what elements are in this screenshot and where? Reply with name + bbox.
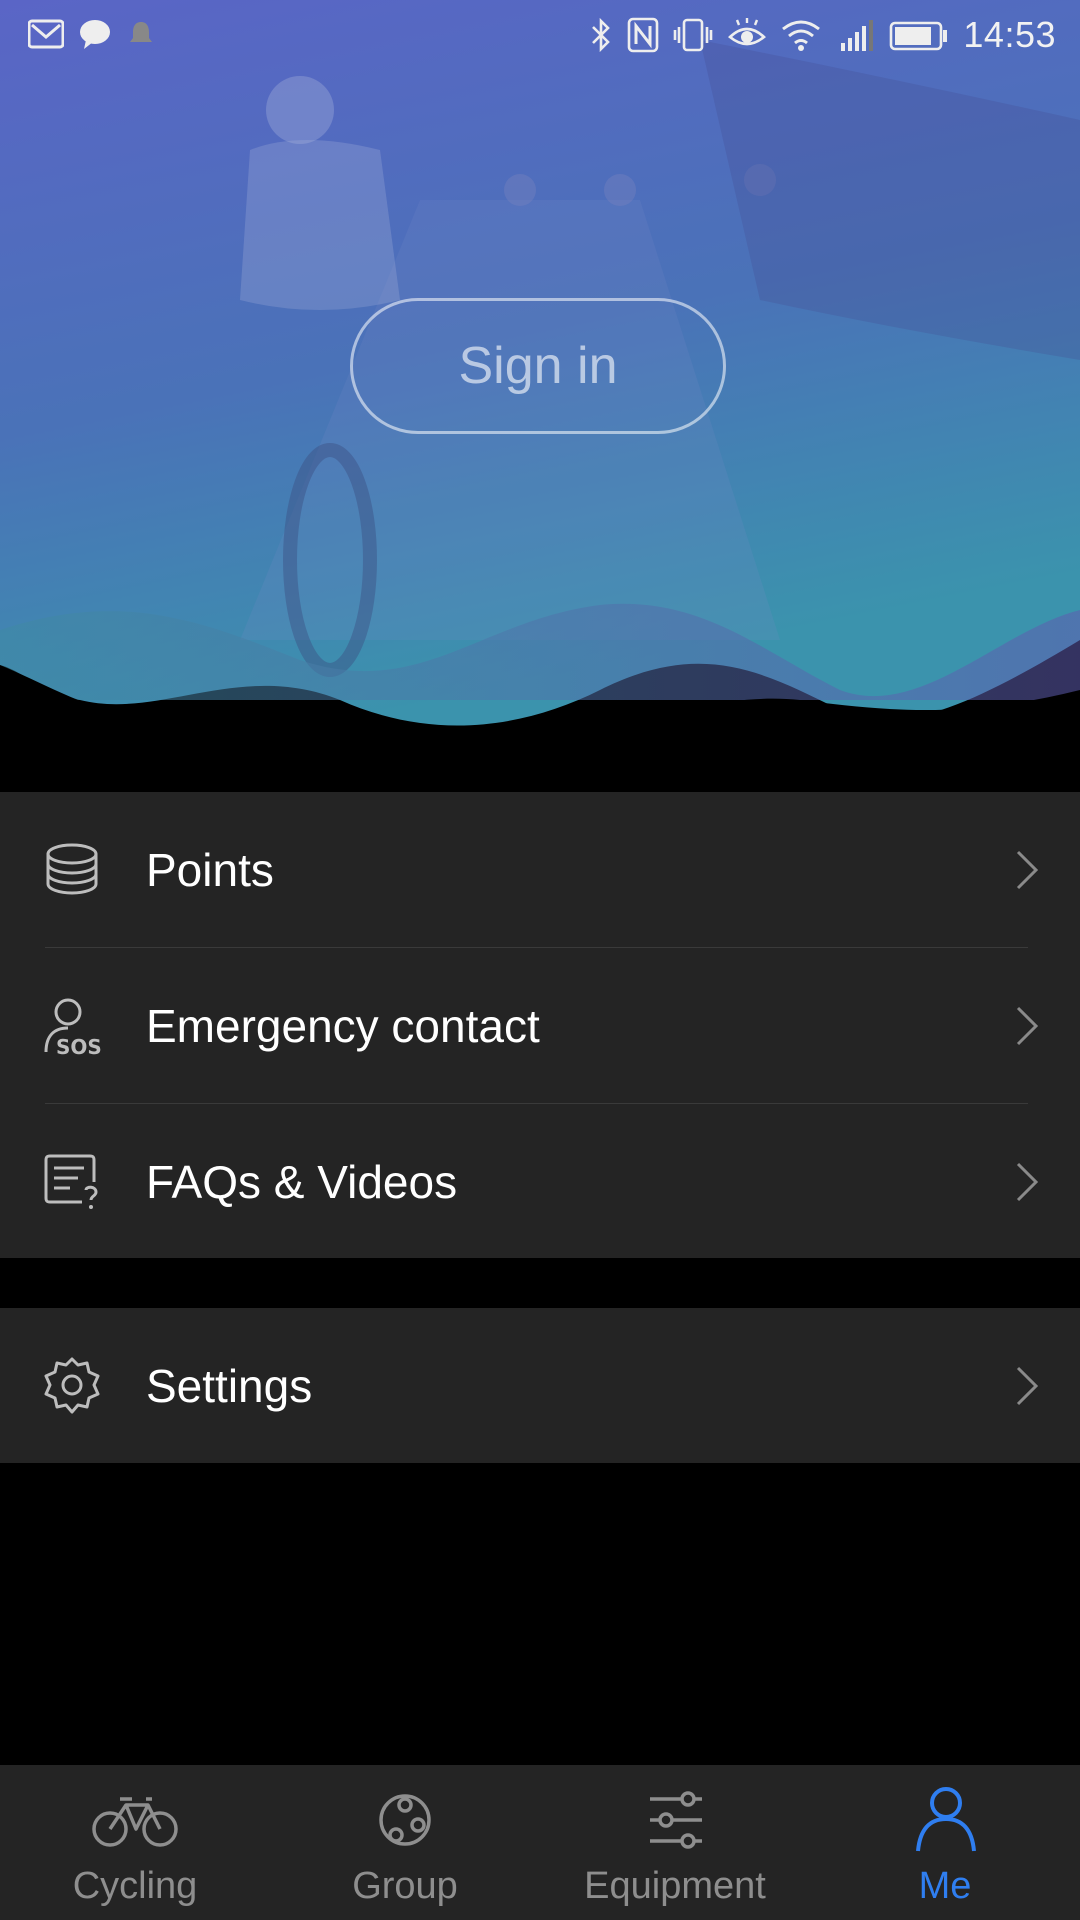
nav-label: Group [352,1865,458,1907]
chevron-right-icon [1016,1006,1039,1046]
menu-group-settings: Settings [0,1308,1080,1463]
menu-item-emergency-contact[interactable]: SOS Emergency contact [0,948,1080,1104]
menu-item-label: Emergency contact [146,1000,540,1052]
chevron-right-icon [1016,850,1039,890]
nav-label: Me [918,1865,972,1907]
signal-icon [841,20,874,51]
hero-banner: 14:53 Sign in [0,0,1080,790]
status-time: 14:53 [963,14,1056,55]
group-icon [379,1794,431,1846]
nav-tab-cycling[interactable]: Cycling [0,1765,270,1920]
menu-item-label: FAQs & Videos [146,1156,458,1208]
chevron-right-icon [1016,1366,1039,1406]
person-icon [916,1787,976,1852]
message-icon [80,20,110,49]
notification-icon [130,22,152,42]
vibrate-icon [674,18,713,52]
nav-label: Cycling [72,1865,198,1907]
sos-icon-text: SOS [56,1035,102,1056]
menu-item-settings[interactable]: Settings [0,1308,1080,1464]
nav-label: Equipment [584,1865,766,1907]
nav-tab-equipment[interactable]: Equipment [540,1765,810,1920]
status-bar: 14:53 [0,0,1080,72]
sign-in-button[interactable]: Sign in [350,298,726,434]
bluetooth-icon [592,17,611,53]
menu-item-points[interactable]: Points [0,792,1080,948]
eye-comfort-icon [728,18,767,46]
wifi-icon [782,20,821,51]
nav-tab-me[interactable]: Me [810,1765,1080,1920]
sliders-icon [650,1791,702,1849]
bottom-navigation: Cycling Group Equipment Me [0,1765,1080,1920]
coins-icon [46,843,98,895]
menu-item-label: Settings [146,1360,313,1412]
chevron-right-icon [1016,1162,1039,1202]
bicycle-icon [92,1797,178,1847]
menu-group-primary: Points SOS Emergency contact FAQs & Vide… [0,792,1080,1258]
gear-icon [44,1357,100,1414]
nfc-icon [628,17,659,53]
sos-contact-icon: SOS [44,998,102,1056]
battery-icon [890,21,948,51]
mail-icon [28,19,64,49]
nav-tab-group[interactable]: Group [270,1765,540,1920]
menu-item-faqs-videos[interactable]: FAQs & Videos [0,1104,1080,1260]
menu-item-label: Points [146,844,274,896]
faq-document-icon [44,1154,98,1209]
